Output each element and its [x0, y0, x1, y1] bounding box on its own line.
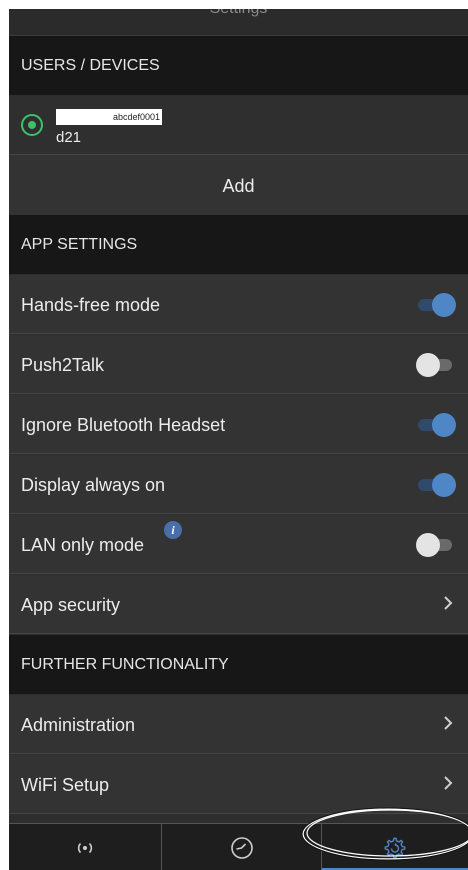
section-title: FURTHER FUNCTIONALITY [21, 656, 229, 673]
nav-speedometer-tab[interactable] [162, 824, 322, 870]
bottom-navigation [9, 823, 468, 870]
chevron-right-icon [444, 596, 453, 610]
section-title: APP SETTINGS [21, 236, 138, 253]
setting-label: Ignore Bluetooth Headset [21, 415, 226, 435]
device-item[interactable]: abcdef0001 d21 [9, 96, 468, 155]
chevron-right-icon [444, 776, 453, 790]
setting-app-security[interactable]: App security [9, 575, 468, 634]
add-label: Add [222, 176, 255, 196]
setting-lan-only-mode[interactable]: LAN only mode i [9, 515, 468, 574]
ignore-bluetooth-toggle[interactable] [418, 413, 456, 437]
item-wifi-setup[interactable]: WiFi Setup [9, 755, 468, 814]
device-id: abcdef0001 [56, 109, 162, 125]
nav-radio-tab[interactable] [9, 824, 162, 870]
item-administration[interactable]: Administration [9, 695, 468, 754]
setting-hands-free-mode[interactable]: Hands-free mode [9, 275, 468, 334]
chevron-right-icon [444, 716, 453, 730]
setting-label: Hands-free mode [21, 295, 161, 315]
gear-icon [384, 837, 406, 859]
setting-display-always-on[interactable]: Display always on [9, 455, 468, 514]
item-label: WiFi Setup [21, 775, 110, 795]
setting-label: Display always on [21, 475, 166, 495]
section-app-settings: APP SETTINGS [9, 215, 468, 274]
setting-label: LAN only mode [21, 535, 145, 555]
setting-label: App security [21, 595, 121, 615]
setting-ignore-bluetooth-headset[interactable]: Ignore Bluetooth Headset [9, 395, 468, 454]
device-radio-button[interactable] [21, 114, 43, 136]
item-label: Administration [21, 715, 136, 735]
hands-free-toggle[interactable] [418, 293, 456, 317]
speedometer-icon [230, 837, 253, 859]
section-users-devices: USERS / DEVICES [9, 36, 468, 95]
info-icon[interactable]: i [164, 521, 182, 539]
lan-only-toggle[interactable] [416, 533, 454, 557]
section-title: USERS / DEVICES [21, 57, 160, 74]
push2talk-toggle[interactable] [416, 353, 454, 377]
section-further-functionality: FURTHER FUNCTIONALITY [9, 635, 468, 694]
setting-label: Push2Talk [21, 355, 105, 375]
setting-push2talk[interactable]: Push2Talk [9, 335, 468, 394]
display-always-on-toggle[interactable] [418, 473, 456, 497]
title-bar: Settings [9, 9, 468, 36]
nav-settings-tab[interactable] [322, 824, 468, 870]
device-name: d21 [56, 129, 82, 146]
radio-waves-icon [77, 842, 93, 854]
settings-screen: Settings USERS / DEVICES abcdef0001 d21 … [9, 9, 468, 870]
page-title: Settings [9, 9, 468, 18]
add-button[interactable]: Add [9, 155, 468, 215]
